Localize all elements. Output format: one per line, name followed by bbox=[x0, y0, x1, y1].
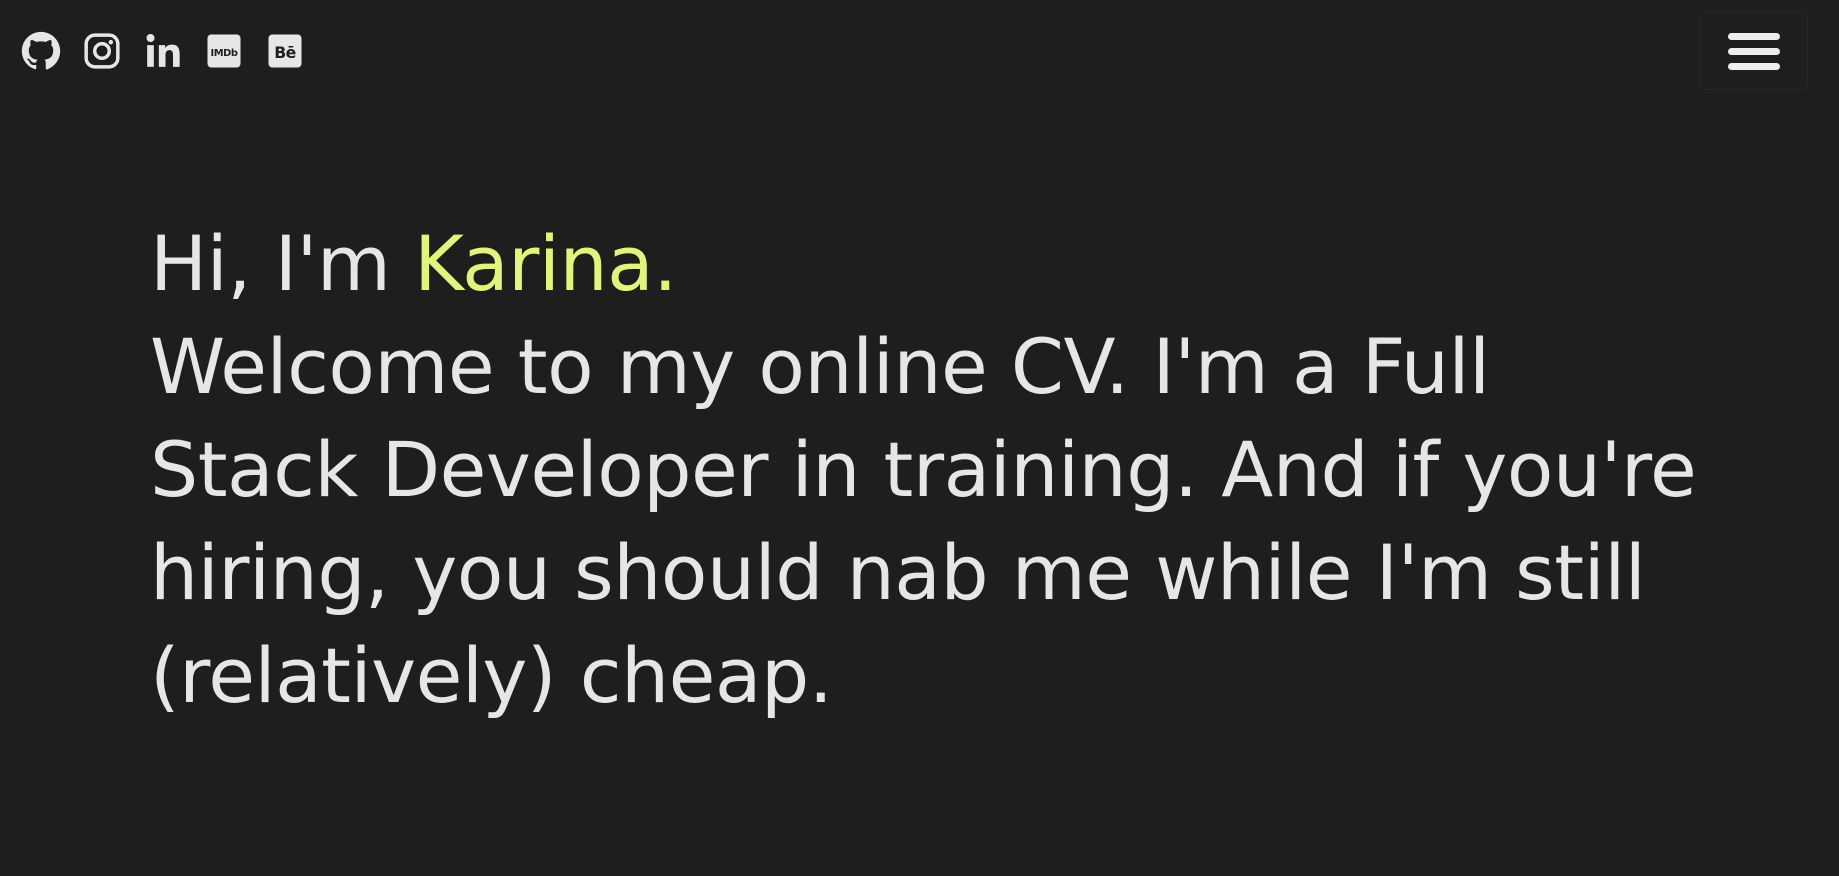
greeting-prefix: Hi, I'm bbox=[150, 219, 415, 308]
social-links-bar: IMDb Bē bbox=[20, 30, 325, 72]
hero-intro: Hi, I'm Karina. Welcome to my online CV.… bbox=[150, 212, 1710, 727]
instagram-icon bbox=[84, 33, 120, 69]
github-icon bbox=[21, 31, 61, 70]
svg-text:IMDb: IMDb bbox=[211, 48, 238, 59]
hamburger-menu-icon-bar bbox=[1728, 47, 1780, 55]
hamburger-menu-icon bbox=[1728, 32, 1780, 40]
hamburger-menu-icon-bar bbox=[1728, 62, 1780, 70]
hero-name: Karina. bbox=[414, 219, 677, 308]
menu-button[interactable] bbox=[1700, 12, 1808, 90]
hero-line-1: Welcome to my online CV. I'm a Full bbox=[150, 322, 1490, 411]
imdb-link[interactable]: IMDb bbox=[203, 30, 245, 72]
behance-link[interactable]: Bē bbox=[264, 30, 306, 72]
hero-line-4: (relatively) cheap. bbox=[150, 631, 833, 720]
imdb-icon: IMDb bbox=[207, 34, 241, 68]
hero-line-3: hiring, you should nab me while I'm stil… bbox=[150, 528, 1646, 617]
linkedin-link[interactable] bbox=[142, 30, 184, 72]
github-link[interactable] bbox=[20, 30, 62, 72]
behance-icon: Bē bbox=[268, 34, 302, 68]
svg-text:Bē: Bē bbox=[274, 43, 296, 62]
instagram-link[interactable] bbox=[81, 30, 123, 72]
hero-line-2: Stack Developer in training. And if you'… bbox=[150, 425, 1697, 514]
hero-greeting: Hi, I'm Karina. bbox=[150, 212, 1710, 315]
linkedin-icon bbox=[146, 34, 180, 67]
